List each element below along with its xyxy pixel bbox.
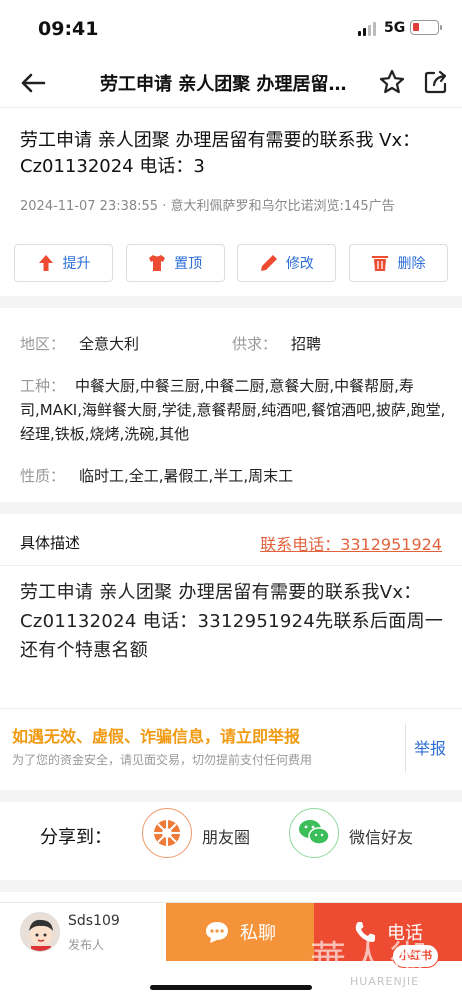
warning-title: 如遇无效、虚假、诈骗信息，请立即举报 <box>12 727 301 746</box>
report-button[interactable]: 举报 <box>414 735 446 759</box>
star-icon[interactable] <box>378 68 406 96</box>
moments-icon <box>154 820 180 846</box>
supply-value: 招聘 <box>291 335 322 353</box>
fraud-warning: 如遇无效、虚假、诈骗信息，请立即举报 为了您的资金安全，请见面交易，切勿提前支付… <box>0 708 462 788</box>
delete-button[interactable]: 删除 <box>348 244 448 282</box>
wechat-label: 微信好友 <box>349 828 414 847</box>
region-field: 地区： 全意大利 <box>20 333 139 354</box>
section-divider <box>0 502 462 514</box>
moments-label: 朋友圈 <box>202 828 251 847</box>
shirt-icon <box>149 255 166 271</box>
job-types-value: 中餐大厨,中餐三厨,中餐二厨,意餐大厨,中餐帮厨,寿司,MAKI,海鲜餐大厨,学… <box>20 377 446 443</box>
nature-field: 性质： 临时工,全工,暑假工,半工,周末工 <box>20 465 293 486</box>
arrow-up-icon <box>38 255 53 271</box>
share-label: 分享到： <box>40 827 112 848</box>
post-meta: 2024-11-07 23:38:55 · 意大利佩萨罗和乌尔比诺浏览:145广… <box>20 199 395 214</box>
share-row: 分享到： 朋友圈 微信好友 <box>0 808 462 868</box>
chat-bubble-icon <box>206 922 228 943</box>
promote-button[interactable]: 提升 <box>14 244 113 282</box>
nature-label: 性质： <box>20 467 66 485</box>
edit-label: 修改 <box>285 256 314 272</box>
network-label: 5G <box>384 20 406 36</box>
contact-phone-link[interactable]: 联系电话：3312951924 <box>260 531 442 555</box>
supply-field: 供求： 招聘 <box>232 333 321 354</box>
supply-label: 供求： <box>232 335 278 353</box>
publisher-name: Sds109 <box>68 913 120 929</box>
nature-value: 临时工,全工,暑假工,半工,周末工 <box>79 467 294 485</box>
job-types-field: 工种： 中餐大厨,中餐三厨,中餐二厨,意餐大厨,中餐帮厨,寿司,MAKI,海鲜餐大… <box>20 374 452 446</box>
action-bar: 提升 置顶 修改 删除 <box>14 244 448 282</box>
share-icon[interactable] <box>422 68 450 96</box>
back-arrow-icon[interactable] <box>18 68 48 98</box>
status-bar: 09:41 5G <box>0 0 462 58</box>
description-label: 具体描述 <box>20 534 81 552</box>
page-title: 劳工申请 亲人团聚 办理居留有需要的联系我 <box>100 74 362 95</box>
warning-divider <box>405 723 406 773</box>
private-chat-button[interactable]: 私聊 <box>166 903 314 961</box>
avatar-icon <box>21 913 59 951</box>
job-types-label: 工种： <box>20 377 66 395</box>
status-time: 09:41 <box>38 18 99 40</box>
description-header: 具体描述 联系电话：3312951924 <box>0 518 462 566</box>
promote-label: 提升 <box>62 256 91 272</box>
watermark-url: HUARENJIE <box>350 975 420 988</box>
home-indicator <box>150 985 312 990</box>
pin-top-label: 置顶 <box>174 256 203 272</box>
wechat-share-button[interactable] <box>289 808 339 858</box>
moments-share-button[interactable] <box>142 808 192 858</box>
post-title: 劳工申请 亲人团聚 办理居留有需要的联系我 Vx：Cz01132024 电话：3 <box>20 130 421 177</box>
trash-icon <box>372 256 389 271</box>
private-chat-label: 私聊 <box>240 923 276 944</box>
region-value: 全意大利 <box>79 335 140 353</box>
section-divider <box>0 296 462 308</box>
warning-subtitle: 为了您的资金安全，请见面交易，切勿提前支付任何费用 <box>12 753 313 767</box>
edit-button[interactable]: 修改 <box>237 244 337 282</box>
description-body: 劳工申请 亲人团聚 办理居留有需要的联系我Vx：Cz01132024 电话：33… <box>20 582 444 661</box>
nav-bar: 劳工申请 亲人团聚 办理居留有需要的联系我 <box>0 58 462 108</box>
battery-icon <box>410 20 442 35</box>
region-label: 地区： <box>20 335 66 353</box>
signal-icon <box>358 22 376 36</box>
avatar[interactable] <box>20 912 60 952</box>
section-divider <box>0 880 462 892</box>
delete-label: 删除 <box>397 256 426 272</box>
pencil-icon <box>260 255 277 271</box>
publisher-role: 发布人 <box>68 938 105 952</box>
wechat-icon <box>299 820 330 845</box>
pin-top-button[interactable]: 置顶 <box>125 244 225 282</box>
section-divider <box>0 790 462 802</box>
